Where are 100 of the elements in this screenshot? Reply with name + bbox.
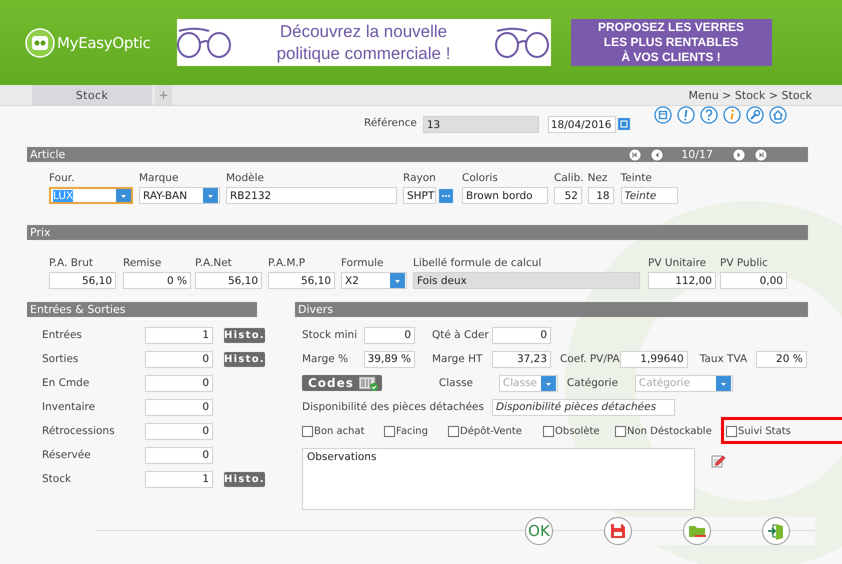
caret-icon [540,376,556,390]
caret-icon [203,188,218,203]
input-field[interactable]: 1 [145,326,213,344]
field-label: P.A. Brut [49,257,94,271]
checkbox-label: Obsolète [555,426,600,436]
input-field[interactable]: 18 [588,187,614,204]
input-field[interactable]: 0 [145,350,213,368]
input-field[interactable]: RB2132 [226,187,397,204]
input-field[interactable]: 37,23 [492,350,551,368]
last-page-icon[interactable] [755,148,767,160]
field-label: Catégorie [566,377,620,389]
date-field[interactable]: 18/04/2016 [548,116,616,133]
dots-icon [441,194,451,198]
field-label: P.A.M.P [268,257,306,271]
input-field[interactable]: 0,00 [720,272,787,289]
input-field[interactable]: 0 [145,374,213,392]
next-page-icon[interactable] [733,148,745,160]
section-title: Divers [298,303,334,316]
field-label: Rayon [403,172,437,186]
field-label: En Cmde [42,377,90,389]
field-label: Stock mini [302,329,358,341]
field-label: PV Unitaire [648,257,708,271]
previous-page-icon[interactable] [651,148,664,160]
input-field[interactable]: 20 % [756,350,807,368]
input-field[interactable]: SHPT [403,187,436,204]
field-label: Modèle [226,172,265,186]
field-label: Entrées [42,329,83,341]
history-button[interactable]: Histo. [224,472,265,486]
field-label: Nez [588,172,608,186]
field-label: Sorties [42,353,80,365]
folder-button[interactable] [683,517,711,545]
info-icon[interactable] [723,106,741,124]
ellipsis-button[interactable] [439,188,453,202]
checkbox[interactable] [615,426,626,436]
field-label: Marque [139,172,180,186]
input-field[interactable]: Brown bordo [462,187,548,204]
history-button[interactable]: Histo. [224,328,265,342]
dropdown-field[interactable]: RAY-BAN [139,187,220,204]
input-field[interactable]: 0 [145,422,213,440]
field-label: Remise [123,257,162,271]
field-label: Marge % [302,353,350,365]
input-field[interactable]: 56,10 [268,272,335,289]
checkbox[interactable] [448,426,459,436]
banner-text: Découvrez la nouvelle politique commerciale ! [276,20,450,64]
input-field: Fois deux [413,272,640,289]
calendar-icon[interactable] [654,106,672,124]
checkbox-label: Facing [396,426,428,436]
input-field[interactable]: 0 % [123,272,191,289]
caret-icon [116,189,131,202]
checkbox[interactable] [726,426,737,436]
checkbox-label: Bon achat [314,426,365,436]
history-button[interactable]: Histo. [224,352,265,366]
checkbox[interactable] [543,426,554,436]
home-icon[interactable] [769,106,787,124]
alert-icon[interactable] [677,106,695,124]
page-counter: 10/17 [681,148,713,161]
field-label: Disponibilité des pièces détachées [302,401,485,413]
codes-button[interactable]: Codes [302,375,382,391]
logo-icon [25,28,55,58]
edit-note-icon[interactable] [711,453,726,468]
logo-text: MyEasyOptic [57,34,151,52]
field-label: Classe [438,377,474,389]
breadcrumb: Menu > Stock > Stock [688,88,812,104]
input-field[interactable]: 1 [145,470,213,488]
wrench-icon[interactable] [746,106,764,124]
input-field[interactable]: 52 [554,187,582,204]
input-field[interactable]: 112,00 [648,272,716,289]
input-field: 13 [422,116,539,133]
input-field[interactable]: 56,10 [49,272,116,289]
input-field[interactable]: 39,89 % [364,350,415,368]
checkbox-label: Non Déstockable [627,426,712,436]
save-button[interactable] [604,517,632,545]
exit-button[interactable] [762,517,790,545]
field-label: Teinte [620,172,653,186]
barcode-check-icon [358,376,378,390]
first-page-icon[interactable] [629,148,642,160]
calendar-icon[interactable] [618,118,630,130]
field-label: Marge HT [432,353,484,365]
field-label: Inventaire [42,401,96,413]
section-title: Article [30,148,66,161]
field-label: PV Public [720,257,769,271]
ok-button[interactable]: OK [525,517,553,545]
checkbox[interactable] [302,426,313,436]
checkbox[interactable] [384,426,395,436]
help-icon[interactable] [700,106,718,124]
field-label: Réservée [42,449,92,461]
field-label: Four. [49,172,76,186]
dropdown-field[interactable]: X2 [341,272,407,289]
input-field[interactable]: 0 [492,326,551,344]
tab[interactable]: Stock [32,85,152,105]
input-field[interactable]: 0 [145,398,213,416]
input-field[interactable]: 1,99640 [620,350,688,368]
input-field[interactable]: 0 [145,446,213,464]
observations-field[interactable]: Observations [302,448,695,510]
checkbox-label: Suivi Stats [738,426,791,436]
input-field[interactable]: Teinte [620,187,678,204]
input-field[interactable]: 56,10 [195,272,262,289]
input-field[interactable]: Disponibilité pièces détachées [492,398,675,416]
input-field[interactable]: 0 [364,326,415,344]
caret-icon [716,376,731,390]
